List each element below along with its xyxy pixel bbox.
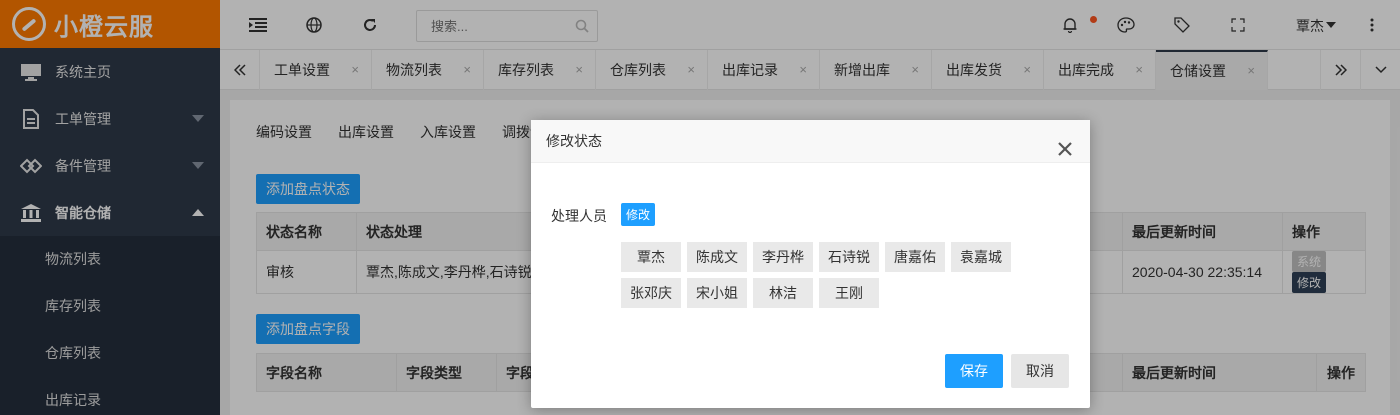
handler-tag[interactable]: 张邓庆 (621, 278, 681, 308)
handler-tag[interactable]: 陈成文 (687, 242, 747, 272)
edit-status-modal: 修改状态 处理人员 修改 覃杰 陈成文 李丹桦 石诗锐 唐嘉佑 袁嘉城 张邓庆 … (531, 120, 1090, 408)
modal-title: 修改状态 (546, 133, 602, 149)
close-icon[interactable] (1056, 132, 1074, 156)
handlers-label: 处理人员 (551, 208, 607, 224)
handler-tag[interactable]: 石诗锐 (819, 242, 879, 272)
handler-tag[interactable]: 唐嘉佑 (885, 242, 945, 272)
save-button[interactable]: 保存 (945, 354, 1003, 388)
handler-tag[interactable]: 李丹桦 (753, 242, 813, 272)
handler-tag[interactable]: 覃杰 (621, 242, 681, 272)
handler-tag[interactable]: 袁嘉城 (951, 242, 1011, 272)
modal-header: 修改状态 (531, 120, 1090, 163)
handler-tag[interactable]: 王刚 (819, 278, 879, 308)
cancel-button[interactable]: 取消 (1011, 354, 1069, 388)
handler-list: 覃杰 陈成文 李丹桦 石诗锐 唐嘉佑 袁嘉城 张邓庆 宋小姐 林洁 王刚 (621, 242, 1021, 314)
edit-handlers-button[interactable]: 修改 (621, 203, 656, 226)
handler-tag[interactable]: 林洁 (753, 278, 813, 308)
handler-tag[interactable]: 宋小姐 (687, 278, 747, 308)
